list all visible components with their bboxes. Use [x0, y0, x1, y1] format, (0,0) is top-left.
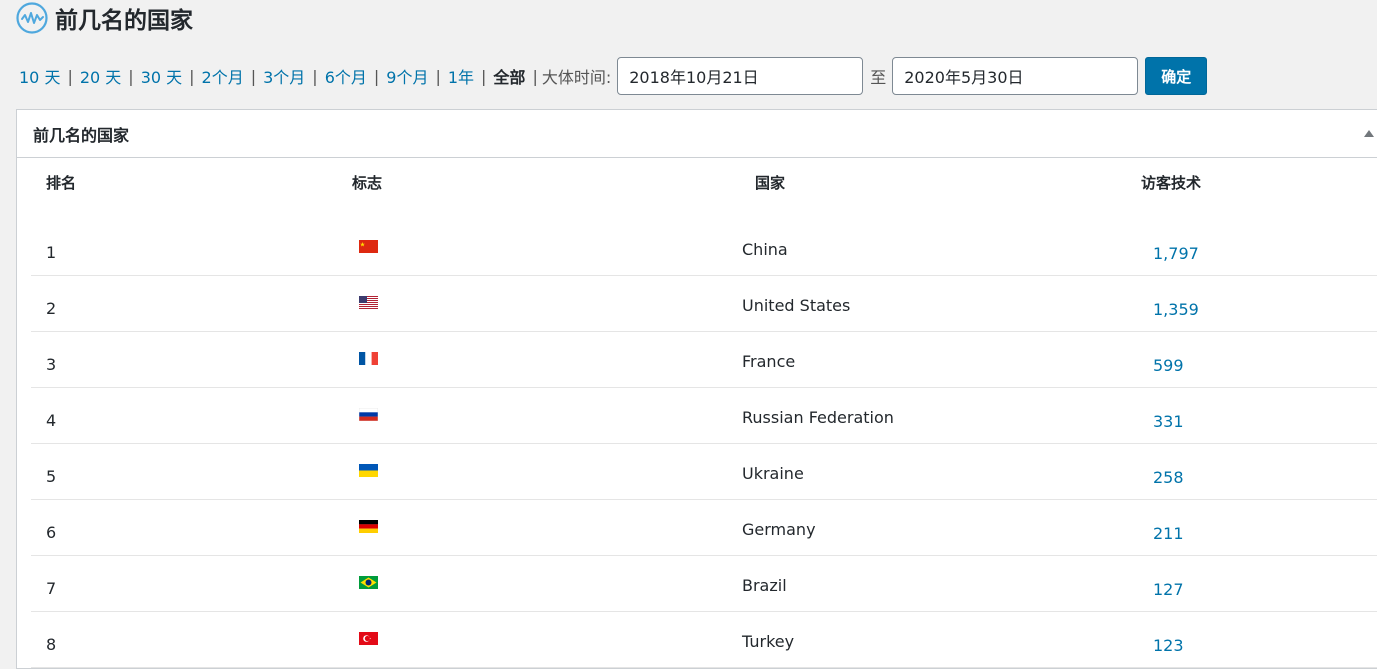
filter-6-months[interactable]: 6个月 [325, 64, 367, 88]
range-label: 大体时间: [541, 68, 612, 87]
visitors-link[interactable]: 127 [1153, 580, 1184, 599]
column-header-visitors: 访客技术 [1141, 174, 1202, 192]
separator: | [373, 66, 380, 86]
separator: | [250, 66, 257, 86]
confirm-button[interactable]: 确定 [1145, 57, 1208, 95]
country-cell: France [742, 352, 796, 371]
to-label: 至 [870, 68, 887, 87]
tr-flag-icon [359, 632, 378, 645]
country-cell: United States [742, 296, 851, 315]
visitors-link[interactable]: 211 [1153, 524, 1184, 543]
rank-cell: 8 [46, 635, 57, 654]
panel-title: 前几名的国家 [33, 125, 130, 145]
rank-cell: 2 [46, 299, 57, 318]
filter-30-days[interactable]: 30 天 [141, 64, 182, 88]
country-cell: Brazil [742, 576, 787, 595]
filter-3-months[interactable]: 3个月 [263, 64, 305, 88]
visitors-link[interactable]: 1,797 [1153, 244, 1199, 263]
br-flag-icon [359, 576, 378, 589]
column-header-rank: 排名 [46, 174, 77, 192]
rank-cell: 3 [46, 355, 57, 374]
table-row: 2 United States 1,359 [31, 276, 1377, 332]
visitors-link[interactable]: 258 [1153, 468, 1184, 487]
rank-cell: 4 [46, 411, 57, 430]
triangle-up-icon[interactable] [1364, 130, 1374, 137]
fr-flag-icon [359, 352, 378, 365]
country-cell: Turkey [742, 632, 795, 651]
panel-header[interactable]: 前几名的国家 [17, 110, 1377, 158]
country-cell: China [742, 240, 788, 259]
rank-cell: 7 [46, 579, 57, 598]
rank-cell: 1 [46, 243, 57, 262]
rank-cell: 6 [46, 523, 57, 542]
column-header-flag: 标志 [352, 174, 383, 192]
visitors-link[interactable]: 1,359 [1153, 300, 1199, 319]
rank-cell: 5 [46, 467, 57, 486]
country-cell: Ukraine [742, 464, 804, 483]
separator: | [435, 66, 441, 86]
country-cell: Russian Federation [742, 408, 894, 427]
separator: | [189, 66, 195, 86]
table-row: 1 China 1,797 [31, 220, 1377, 276]
table-row: 3 France 599 [31, 332, 1377, 388]
to-date-input[interactable] [892, 57, 1139, 95]
filter-all-active[interactable]: 全部 [493, 64, 525, 88]
cn-flag-icon [359, 240, 378, 253]
de-flag-icon [359, 520, 378, 533]
filter-20-days[interactable]: 20 天 [80, 64, 121, 88]
table-row: 4 Russian Federation 331 [31, 388, 1377, 444]
page-header: 前几名的国家 [16, 0, 193, 36]
ru-flag-icon [359, 408, 378, 421]
table-row: 7 Brazil 127 [31, 556, 1377, 612]
table-row: 8 Turkey 123 [31, 612, 1377, 668]
separator: | [532, 66, 538, 86]
date-filter-bar: 10 天 | 20 天 | 30 天 | 2个月 | 3个月 | 6个月 | 9… [19, 57, 1208, 95]
page-title: 前几名的国家 [55, 8, 193, 34]
us-flag-icon [359, 296, 378, 309]
ua-flag-icon [359, 464, 378, 477]
visitors-link[interactable]: 331 [1153, 412, 1184, 431]
column-header-country: 国家 [755, 174, 786, 192]
visitors-link[interactable]: 123 [1153, 636, 1184, 655]
separator: | [67, 66, 73, 86]
stats-wave-icon [16, 2, 48, 34]
table-row: 5 Ukraine 258 [31, 444, 1377, 500]
filter-10-days[interactable]: 10 天 [19, 64, 60, 88]
filter-1-year[interactable]: 1年 [448, 64, 474, 88]
separator: | [128, 66, 134, 86]
filter-2-months[interactable]: 2个月 [202, 64, 244, 88]
separator: | [312, 66, 318, 86]
filter-9-months[interactable]: 9个月 [386, 64, 428, 88]
table-row: 6 Germany 211 [31, 500, 1377, 556]
separator: | [481, 66, 487, 86]
from-date-input[interactable] [617, 57, 864, 95]
visitors-link[interactable]: 599 [1153, 356, 1184, 375]
country-cell: Germany [742, 520, 816, 539]
top-countries-panel: 前几名的国家 排名 标志 国家 访客技术 1 China 1,797 2 Uni… [16, 109, 1377, 669]
